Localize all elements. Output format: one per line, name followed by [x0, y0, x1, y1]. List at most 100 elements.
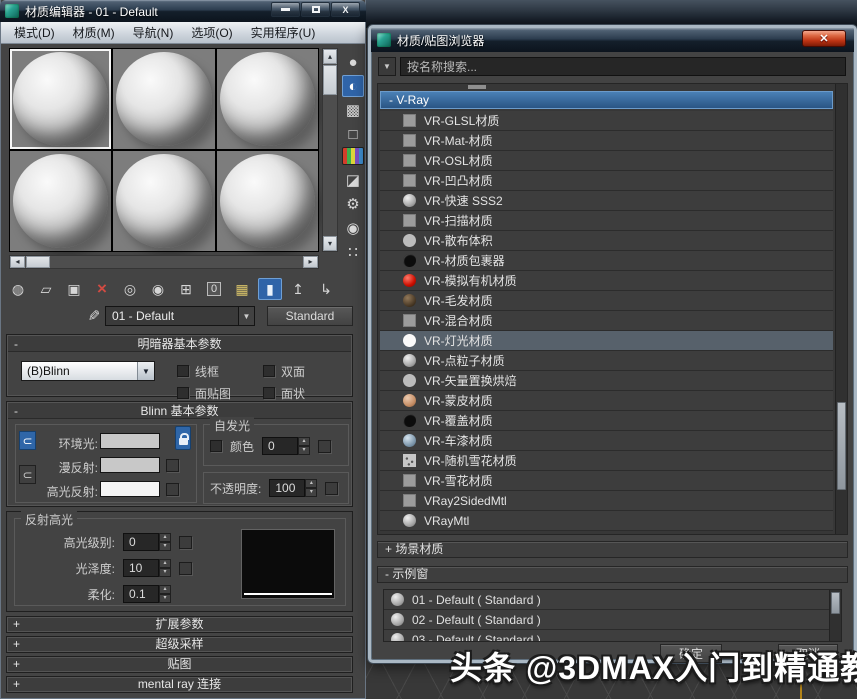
checkbox-box[interactable]: [177, 387, 189, 399]
menu-item-1[interactable]: 材质(M): [64, 24, 124, 41]
material-list-item[interactable]: VR-覆盖材质: [380, 411, 833, 431]
browser-options-dropdown-icon[interactable]: ▼: [378, 57, 396, 76]
go-forward-to-sibling-icon[interactable]: ↳: [314, 278, 338, 300]
opacity-map-button[interactable]: [325, 482, 338, 495]
menu-item-4[interactable]: 实用程序(U): [242, 24, 325, 41]
menu-item-0[interactable]: 模式(D): [5, 24, 64, 41]
diffuse-color-swatch[interactable]: [100, 457, 160, 473]
material-id-channel-icon[interactable]: 0: [202, 278, 226, 300]
sample-slot-5[interactable]: [113, 151, 214, 251]
map-button[interactable]: [179, 562, 192, 575]
scroll-left-icon[interactable]: ◂: [10, 256, 25, 268]
scroll-thumb[interactable]: [837, 402, 846, 490]
sample-list-scrollbar[interactable]: [829, 590, 841, 641]
select-by-material-icon[interactable]: ◉: [342, 217, 364, 239]
menu-item-3[interactable]: 选项(O): [182, 24, 241, 41]
sample-vertical-scrollbar[interactable]: ▴ ▾: [322, 48, 338, 252]
checkbox-box[interactable]: [263, 387, 275, 399]
search-input[interactable]: [400, 57, 846, 76]
self-illumination-map-button[interactable]: [318, 440, 331, 453]
material-list-item[interactable]: VR-材质包裹器: [380, 251, 833, 271]
material-list-item[interactable]: VR-扫描材质: [380, 211, 833, 231]
material-list-item[interactable]: VR-毛发材质: [380, 291, 833, 311]
sample-slot-3[interactable]: [217, 49, 318, 149]
lock-ambient-diffuse-icon[interactable]: ⊂: [19, 431, 36, 450]
sample-slot-1[interactable]: [10, 49, 111, 149]
ambient-color-swatch[interactable]: [100, 433, 160, 449]
scroll-thumb[interactable]: [323, 65, 337, 95]
material-list-item[interactable]: VR-灯光材质: [380, 331, 833, 351]
diffuse-map-button[interactable]: [166, 459, 179, 472]
scroll-thumb[interactable]: [26, 256, 50, 268]
material-list-item[interactable]: VR-散布体积: [380, 231, 833, 251]
get-material-icon[interactable]: ◍: [6, 278, 30, 300]
close-button[interactable]: X: [331, 2, 360, 17]
param-spinner[interactable]: 0.1▴▾: [123, 585, 171, 603]
sample-slot-2[interactable]: [113, 49, 214, 149]
backlight-icon[interactable]: ◐: [342, 75, 364, 97]
assign-material-to-selection-icon[interactable]: ▣: [62, 278, 86, 300]
scroll-right-icon[interactable]: ▸: [303, 256, 318, 268]
sample-windows-section[interactable]: - 示例窗: [377, 566, 848, 583]
material-list-item[interactable]: VR-快速 SSS2: [380, 191, 833, 211]
make-unique-icon[interactable]: ◉: [146, 278, 170, 300]
put-to-library-icon[interactable]: ⊞: [174, 278, 198, 300]
pick-material-eyedropper-icon[interactable]: ✎: [85, 306, 103, 326]
material-list-item[interactable]: VR-车漆材质: [380, 431, 833, 451]
material-list-item[interactable]: VR-矢量置换烘焙: [380, 371, 833, 391]
chevron-down-icon[interactable]: ▼: [137, 362, 154, 380]
material-list-item[interactable]: VR-凹凸材质: [380, 171, 833, 191]
color-checkbox[interactable]: [210, 440, 222, 452]
show-end-result-icon[interactable]: ▮: [258, 278, 282, 300]
reset-map-icon[interactable]: ×: [90, 278, 114, 300]
sample-horizontal-scrollbar[interactable]: ◂ ▸: [9, 255, 319, 269]
lock-icon[interactable]: [175, 426, 191, 450]
shader-type-select[interactable]: (B)Blinn ▼: [21, 361, 155, 381]
material-list-item[interactable]: VR-随机雪花材质: [380, 451, 833, 471]
rollout-header[interactable]: - Blinn 基本参数: [8, 403, 351, 419]
opacity-spinner[interactable]: 100 ▴▾: [269, 479, 317, 497]
list-scrollbar[interactable]: [835, 84, 847, 534]
material-type-button[interactable]: Standard: [267, 306, 353, 326]
video-color-check-icon[interactable]: [342, 147, 364, 165]
sample-uv-tiling-icon[interactable]: □: [342, 123, 364, 145]
rollout-collapsed-1[interactable]: + 超级采样: [6, 636, 353, 653]
menu-item-2[interactable]: 导航(N): [124, 24, 183, 41]
checkbox-box[interactable]: [263, 365, 275, 377]
scroll-down-icon[interactable]: ▾: [323, 236, 337, 251]
editor-titlebar[interactable]: 材质编辑器 - 01 - Default X: [0, 0, 366, 22]
material-list-item[interactable]: VR-OSL材质: [380, 151, 833, 171]
material-list-item[interactable]: VRayMtl: [380, 511, 833, 531]
show-map-in-viewport-icon[interactable]: ▦: [230, 278, 254, 300]
specular-map-button[interactable]: [166, 483, 179, 496]
self-illumination-spinner[interactable]: 0 ▴▾: [262, 437, 310, 455]
material-map-navigator-icon[interactable]: ∷: [342, 241, 364, 263]
material-list-item[interactable]: VR-点粒子材质: [380, 351, 833, 371]
scroll-thumb[interactable]: [831, 592, 840, 614]
material-list-item[interactable]: VR-蒙皮材质: [380, 391, 833, 411]
maximize-button[interactable]: [301, 2, 330, 17]
vray-group-header[interactable]: - V-Ray: [380, 91, 833, 109]
rollout-header[interactable]: - 明暗器基本参数: [8, 336, 351, 352]
param-spinner[interactable]: 10▴▾: [123, 559, 171, 577]
sample-window-item[interactable]: 01 - Default ( Standard ): [384, 590, 841, 610]
generate-preview-icon[interactable]: ◪: [342, 169, 364, 191]
material-list-item[interactable]: VR-Mat-材质: [380, 131, 833, 151]
go-to-parent-icon[interactable]: ↥: [286, 278, 310, 300]
make-material-copy-icon[interactable]: ◎: [118, 278, 142, 300]
material-list-item[interactable]: VR-模拟有机材质: [380, 271, 833, 291]
checkbox-box[interactable]: [177, 365, 189, 377]
sample-window-item[interactable]: 02 - Default ( Standard ): [384, 610, 841, 630]
minimize-button[interactable]: [271, 2, 300, 17]
lock-diffuse-specular-icon[interactable]: ⊂: [19, 465, 36, 484]
material-name-dropdown[interactable]: 01 - Default ▼: [105, 306, 255, 326]
material-list-item[interactable]: VR-GLSL材质: [380, 111, 833, 131]
material-list-item[interactable]: VR-雪花材质: [380, 471, 833, 491]
put-material-to-scene-icon[interactable]: ▱: [34, 278, 58, 300]
chevron-down-icon[interactable]: ▼: [238, 307, 254, 325]
shader-checkbox-1[interactable]: 双面: [263, 360, 349, 382]
specular-color-swatch[interactable]: [100, 481, 160, 497]
rollout-collapsed-3[interactable]: + mental ray 连接: [6, 676, 353, 693]
scene-materials-section[interactable]: + 场景材质: [377, 541, 848, 558]
sample-window-item[interactable]: 03 - Default ( Standard ): [384, 630, 841, 642]
